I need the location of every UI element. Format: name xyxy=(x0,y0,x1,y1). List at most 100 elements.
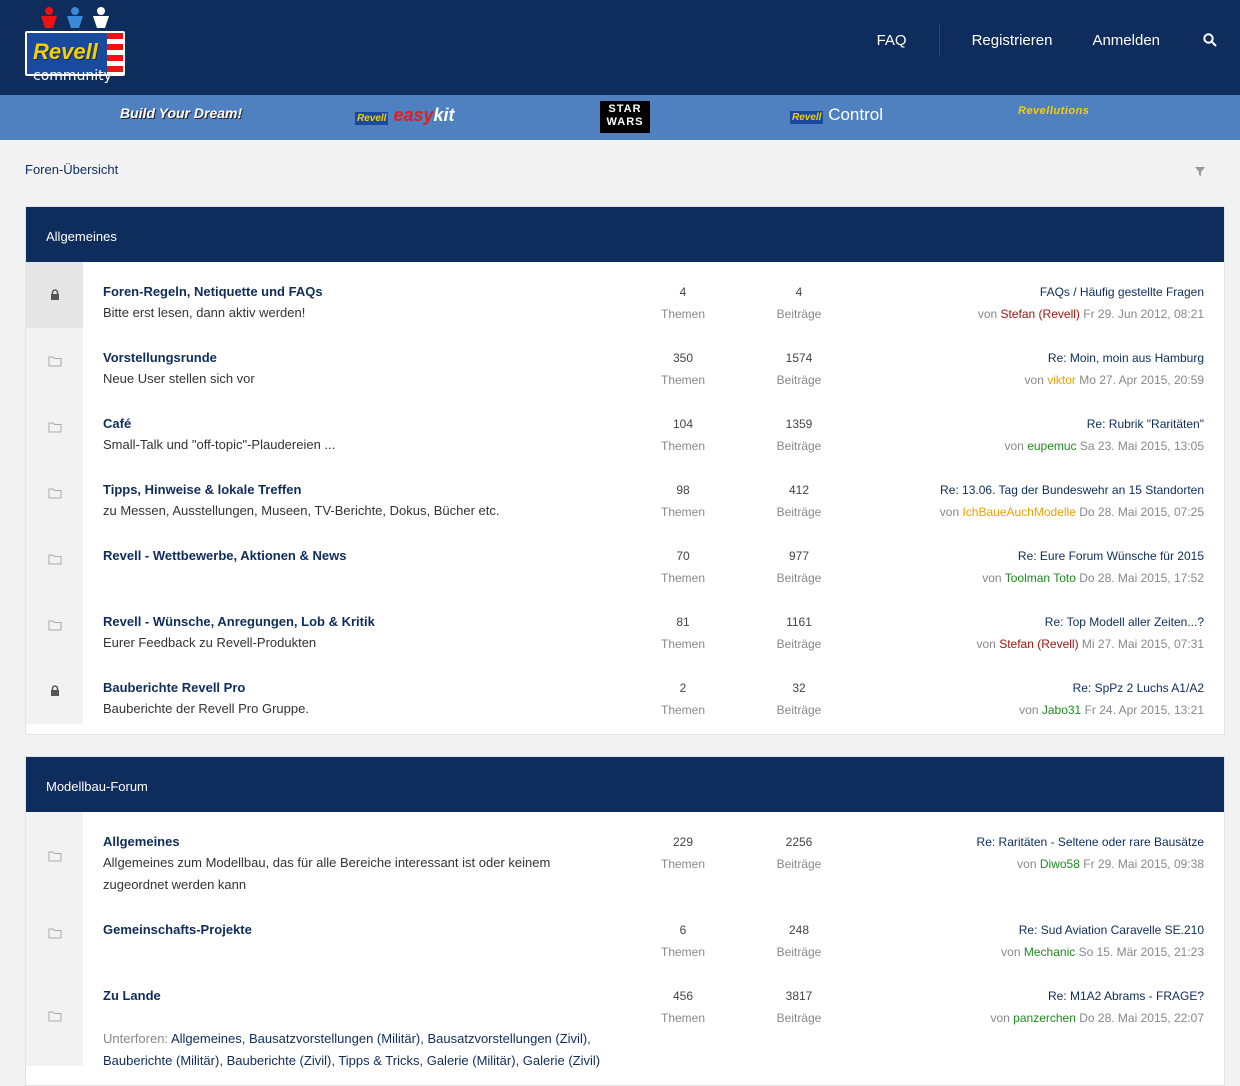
last-post-user[interactable]: eupemuc xyxy=(1027,439,1076,453)
folder-icon xyxy=(48,356,62,367)
forum-row[interactable]: Gemeinschafts-Projekte 6 Themen 248 Beit… xyxy=(26,900,1224,966)
brand-build-your-dream[interactable]: Build Your Dream! xyxy=(120,105,242,121)
last-post-user[interactable]: panzerchen xyxy=(1013,1011,1076,1025)
last-post-meta: von eupemuc Sa 23. Mai 2015, 13:05 xyxy=(844,434,1204,458)
threads-count: 229 Themen xyxy=(643,832,723,876)
by-label: von xyxy=(1004,439,1024,453)
brand-revellutions[interactable]: Revellutions xyxy=(1018,105,1089,117)
last-post-user[interactable]: Mechanic xyxy=(1024,945,1075,959)
forum-row[interactable]: Café Small-Talk und "off-topic"-Plaudere… xyxy=(26,394,1224,460)
category-header[interactable]: Allgemeines xyxy=(26,207,1224,262)
brand-easykit-easy: easy xyxy=(393,105,434,125)
by-label: von xyxy=(1019,703,1039,717)
last-post-link[interactable]: Re: Eure Forum Wünsche für 2015 xyxy=(844,546,1204,566)
forum-title-link[interactable]: Café xyxy=(103,414,603,434)
by-label: von xyxy=(939,505,960,519)
forum-status xyxy=(26,658,83,724)
folder-icon xyxy=(48,422,62,433)
subforum-link[interactable]: Bauberichte (Militär) xyxy=(103,1053,219,1068)
last-post-link[interactable]: Re: 13.06. Tag der Bundeswehr an 15 Stan… xyxy=(844,480,1204,500)
revell-community-logo[interactable]: Revell community xyxy=(25,6,125,86)
posts-label: Beiträge xyxy=(776,307,822,321)
forum-row[interactable]: Foren-Regeln, Netiquette und FAQs Bitte … xyxy=(26,262,1224,328)
posts-label: Beiträge xyxy=(776,373,822,387)
last-post-user[interactable]: Stefan (Revell) xyxy=(1001,307,1080,321)
brand-star-wars[interactable]: STAR WARS xyxy=(600,101,650,133)
threads-count: 70 Themen xyxy=(643,546,723,590)
last-post-date: So 15. Mär 2015, 21:23 xyxy=(1078,945,1204,959)
nav-faq[interactable]: FAQ xyxy=(857,32,927,49)
forum-row[interactable]: Bauberichte Revell Pro Bauberichte der R… xyxy=(26,658,1224,724)
last-post-link[interactable]: Re: Rubrik "Raritäten" xyxy=(844,414,1204,434)
threads-label: Themen xyxy=(660,857,706,871)
forum-row[interactable]: Tipps, Hinweise & lokale Treffen zu Mess… xyxy=(26,460,1224,526)
threads-number: 104 xyxy=(672,417,694,431)
forum-title-link[interactable]: Foren-Regeln, Netiquette und FAQs xyxy=(103,282,603,302)
last-post-link[interactable]: Re: Moin, moin aus Hamburg xyxy=(844,348,1204,368)
posts-count: 977 Beiträge xyxy=(759,546,839,590)
posts-count: 3817 Beiträge xyxy=(759,986,839,1030)
forum-title-link[interactable]: Tipps, Hinweise & lokale Treffen xyxy=(103,480,603,500)
nav-register[interactable]: Registrieren xyxy=(952,32,1073,49)
last-post-user[interactable]: IchBaueAuchModelle xyxy=(962,505,1075,519)
last-post: Re: Rubrik "Raritäten" von eupemuc Sa 23… xyxy=(844,414,1204,458)
threads-label: Themen xyxy=(660,307,706,321)
forum-row[interactable]: Allgemeines Allgemeines zum Modellbau, d… xyxy=(26,812,1224,900)
forum-description: zu Messen, Ausstellungen, Museen, TV-Ber… xyxy=(103,503,500,518)
forum-row[interactable]: Revell - Wettbewerbe, Aktionen & News 70… xyxy=(26,526,1224,592)
threads-count: 81 Themen xyxy=(643,612,723,656)
posts-count: 1574 Beiträge xyxy=(759,348,839,392)
last-post-user[interactable]: Stefan (Revell) xyxy=(999,637,1078,651)
filter-icon[interactable] xyxy=(1193,164,1207,178)
last-post-link[interactable]: Re: M1A2 Abrams - FRAGE? xyxy=(844,986,1204,1006)
subforum-link[interactable]: Bauberichte (Zivil) xyxy=(227,1053,332,1068)
last-post-link[interactable]: FAQs / Häufig gestellte Fragen xyxy=(844,282,1204,302)
last-post-link[interactable]: Re: SpPz 2 Luchs A1/A2 xyxy=(844,678,1204,698)
brand-control-revell: Revell xyxy=(790,111,824,124)
forum-status xyxy=(26,262,83,328)
last-post-user[interactable]: Diwo58 xyxy=(1040,857,1080,871)
forum-row[interactable]: Vorstellungsrunde Neue User stellen sich… xyxy=(26,328,1224,394)
by-label: von xyxy=(1017,857,1037,871)
last-post: Re: Raritäten - Seltene oder rare Bausät… xyxy=(844,832,1204,876)
nav-login[interactable]: Anmelden xyxy=(1072,32,1180,49)
last-post-user[interactable]: Jabo31 xyxy=(1042,703,1081,717)
posts-count: 248 Beiträge xyxy=(759,920,839,964)
forum-info: Revell - Wünsche, Anregungen, Lob & Krit… xyxy=(103,612,603,654)
last-post-link[interactable]: Re: Raritäten - Seltene oder rare Bausät… xyxy=(844,832,1204,852)
forum-title-link[interactable]: Zu Lande xyxy=(103,986,603,1006)
category-header[interactable]: Modellbau-Forum xyxy=(26,757,1224,812)
last-post-link[interactable]: Re: Sud Aviation Caravelle SE.210 xyxy=(844,920,1204,940)
subforum-link[interactable]: Bausatzvorstellungen (Militär) xyxy=(249,1031,420,1046)
subforum-link[interactable]: Bausatzvorstellungen (Zivil) xyxy=(427,1031,587,1046)
forum-title-link[interactable]: Vorstellungsrunde xyxy=(103,348,603,368)
logo-subtitle: community xyxy=(33,68,112,84)
subforum-link[interactable]: Tipps & Tricks xyxy=(338,1053,419,1068)
search-button[interactable] xyxy=(1180,33,1240,47)
forum-title-link[interactable]: Revell - Wettbewerbe, Aktionen & News xyxy=(103,546,603,566)
forum-row[interactable]: Zu Lande Unterforen: Allgemeines, Bausat… xyxy=(26,966,1224,1068)
last-post-link[interactable]: Re: Top Modell aller Zeiten...? xyxy=(844,612,1204,632)
forum-title-link[interactable]: Revell - Wünsche, Anregungen, Lob & Krit… xyxy=(103,612,603,632)
brand-easykit[interactable]: Revell easykit xyxy=(355,105,455,126)
last-post-user[interactable]: Toolman Toto xyxy=(1005,571,1076,585)
last-post-meta: von Jabo31 Fr 24. Apr 2015, 13:21 xyxy=(844,698,1204,722)
subforum-link[interactable]: Allgemeines xyxy=(171,1031,242,1046)
brand-control[interactable]: Revell Control xyxy=(790,105,883,125)
subforum-link[interactable]: Galerie (Zivil) xyxy=(523,1053,600,1068)
lock-icon xyxy=(51,289,59,300)
breadcrumb[interactable]: Foren-Übersicht xyxy=(25,162,118,177)
last-post-date: Do 28. Mai 2015, 22:07 xyxy=(1079,1011,1204,1025)
forum-title-link[interactable]: Bauberichte Revell Pro xyxy=(103,678,603,698)
forum-title-link[interactable]: Gemeinschafts-Projekte xyxy=(103,920,603,940)
forum-row[interactable]: Revell - Wünsche, Anregungen, Lob & Krit… xyxy=(26,592,1224,658)
last-post: Re: Top Modell aller Zeiten...? von Stef… xyxy=(844,612,1205,656)
forum-info: Allgemeines Allgemeines zum Modellbau, d… xyxy=(103,832,603,896)
last-post-user[interactable]: viktor xyxy=(1047,373,1076,387)
subforum-link[interactable]: Galerie (Militär) xyxy=(427,1053,516,1068)
forum-description: Eurer Feedback zu Revell-Produkten xyxy=(103,635,317,650)
last-post-date: Fr 24. Apr 2015, 13:21 xyxy=(1084,703,1204,717)
forum-title-link[interactable]: Allgemeines xyxy=(103,832,603,852)
forum-status xyxy=(26,394,83,460)
threads-number: 6 xyxy=(679,923,687,937)
